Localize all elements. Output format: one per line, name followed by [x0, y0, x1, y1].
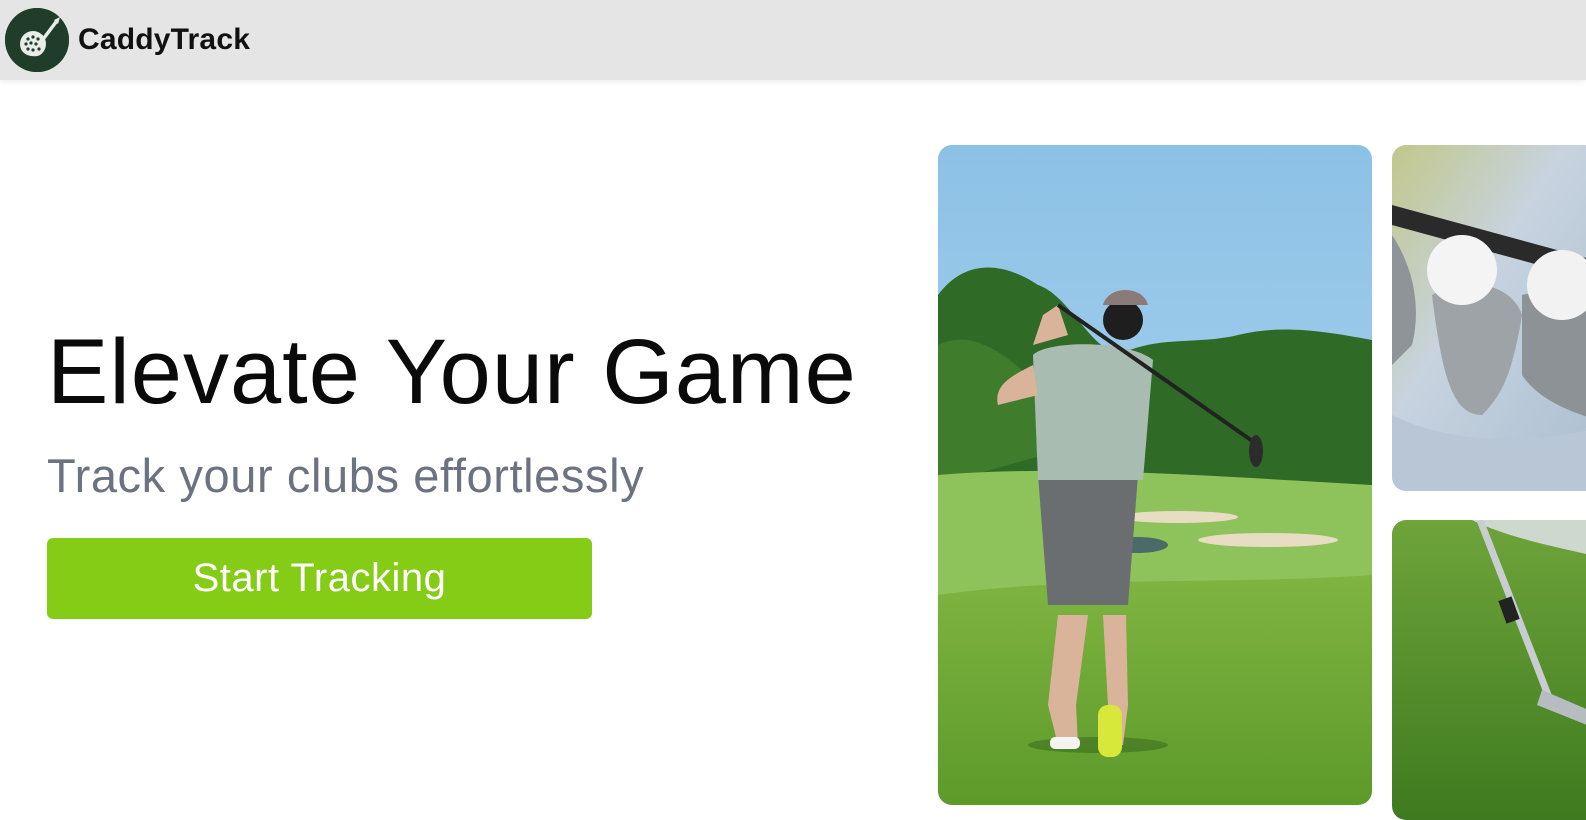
brand-name: CaddyTrack [78, 23, 251, 56]
iron-on-grass-photo [1392, 520, 1586, 820]
brand-home-link[interactable]: CaddyTrack [5, 8, 250, 72]
golfer-swing-photo [938, 145, 1372, 805]
golf-balls-on-irons-photo [1392, 145, 1586, 491]
hero-headline: Elevate Your Game [47, 321, 857, 423]
golf-ball-club-icon [5, 8, 69, 72]
hero-section: Elevate Your Game Track your clubs effor… [47, 320, 927, 503]
start-tracking-button[interactable]: Start Tracking [47, 538, 592, 619]
top-nav-bar: CaddyTrack [0, 0, 1586, 80]
hero-subheadline: Track your clubs effortlessly [47, 448, 645, 502]
